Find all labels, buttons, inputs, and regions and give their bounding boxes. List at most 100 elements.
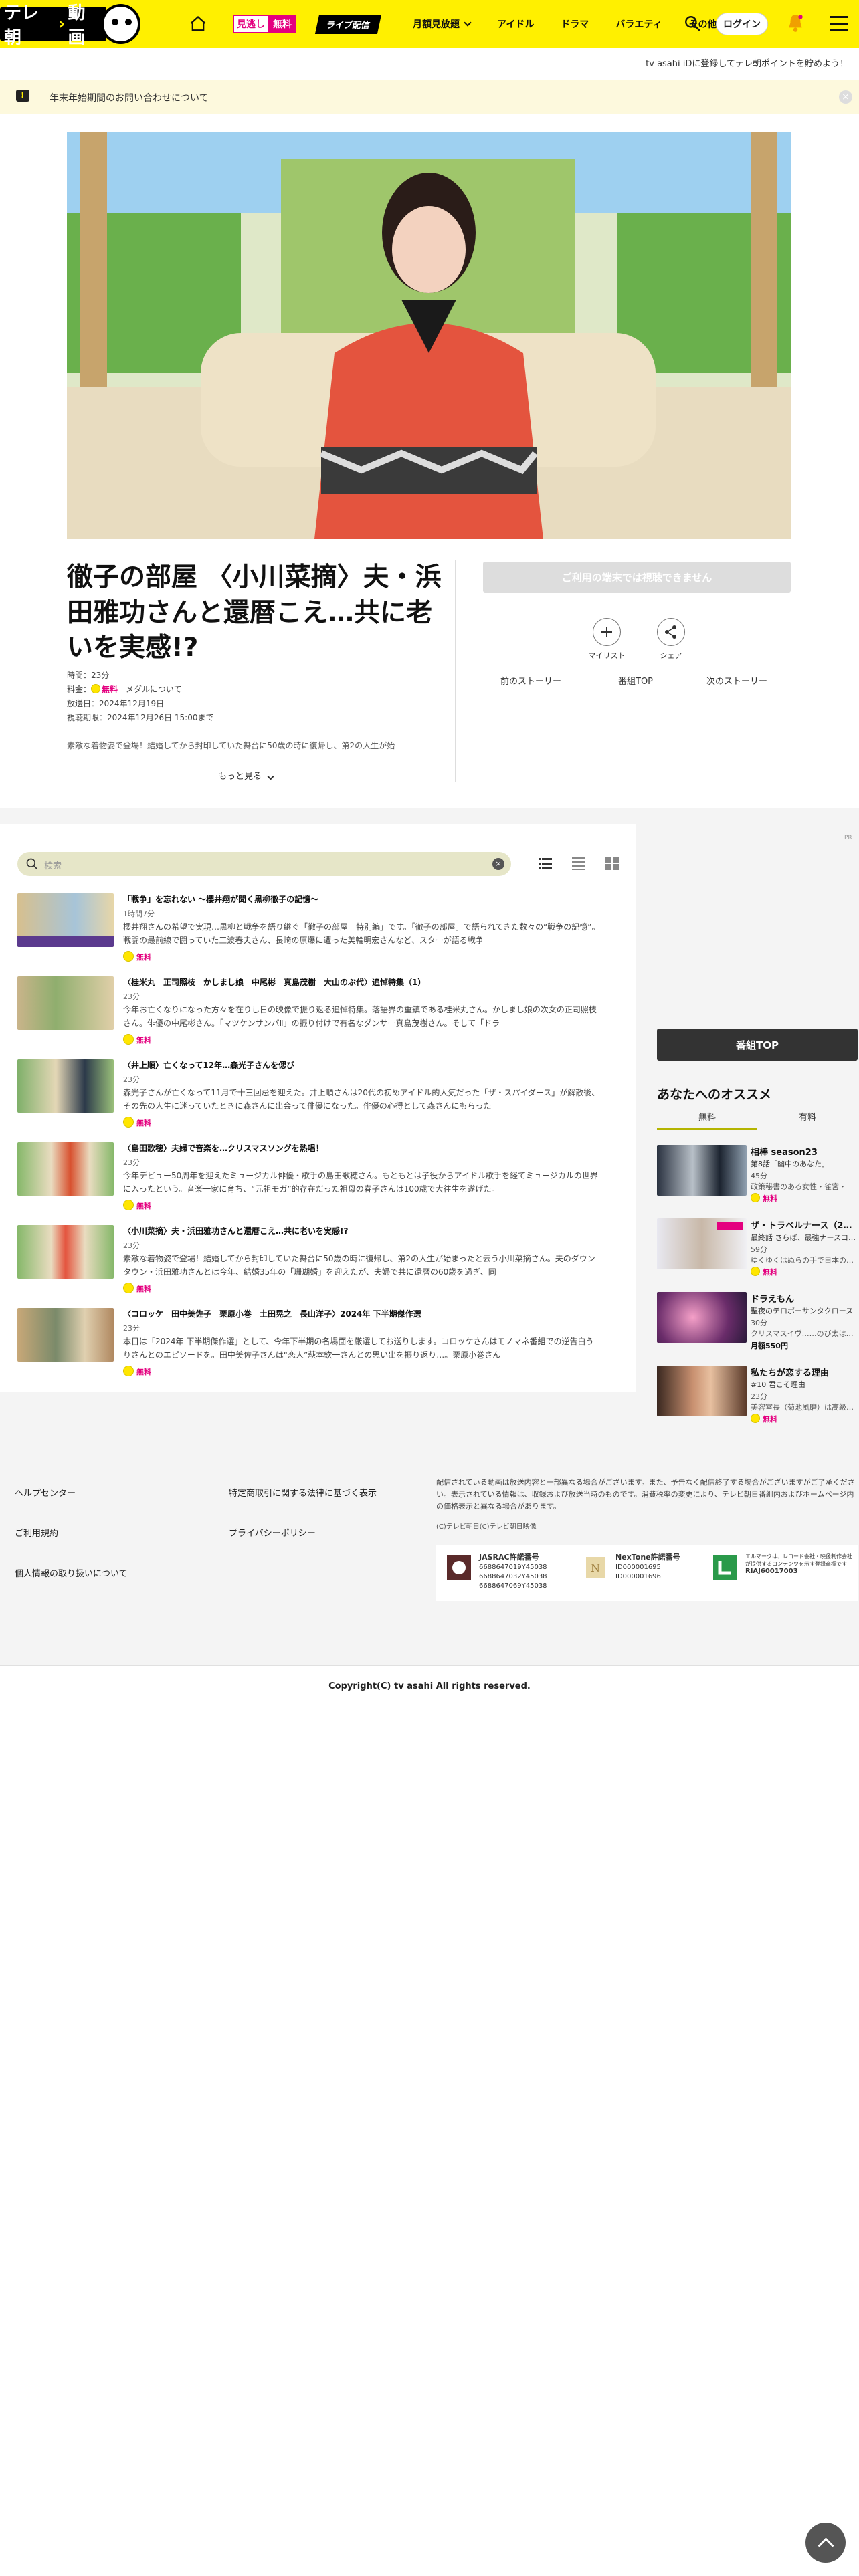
medal-icon [91, 684, 101, 693]
episode-thumbnail[interactable] [17, 1142, 114, 1196]
home-icon[interactable] [189, 15, 207, 33]
jasrac-title: JASRAC許諾番号 [479, 1553, 539, 1562]
commerce-law-link[interactable]: 特定商取引に関する法律に基づく表示 [229, 1486, 377, 1499]
grid-view-icon[interactable] [605, 856, 619, 871]
promo-text[interactable]: tv asahi iDに登録してテレ朝ポイントを貯めよう！ [646, 56, 848, 69]
share-label: シェア [660, 651, 682, 660]
bell-icon[interactable] [787, 13, 804, 33]
nav-variety[interactable]: バラエティ [615, 0, 662, 48]
episode-item[interactable]: 〈井上順〉亡くなって12年…森光子さんを偲び 23分 森光子さんが亡くなって11… [17, 1059, 619, 1133]
show-more-button[interactable]: もっと見る [218, 769, 274, 782]
unavailable-button: ご利用の端末では視聴できません [483, 562, 791, 593]
recommend-title: あなたへのオススメ [657, 1087, 772, 1102]
episode-item[interactable]: 「戦争」を忘れない ～櫻井翔が聞く黒柳徹子の記憶～ 1時間7分 櫻井翔さんの希望… [17, 893, 619, 967]
privacy-policy-link[interactable]: プライバシーポリシー [229, 1526, 316, 1539]
logo-box: テレ朝 › 動画 [0, 3, 106, 48]
jasrac-number: 6688647019Y45038 [479, 1564, 547, 1571]
recommend-item[interactable]: 私たちが恋する理由 #10 君こそ理由 23分 美容室長（菊池風磨）は高級… 無… [657, 1366, 858, 1426]
recommend-description: ゆくゆくはぬらの手で日本の… [751, 1256, 854, 1265]
next-story-link[interactable]: 次のストーリー [706, 674, 767, 687]
notice-bar[interactable]: 年末年始期間のお問い合わせについて × [0, 80, 859, 114]
episode-thumbnail[interactable] [17, 976, 114, 1030]
recommend-fee: 無料 [751, 1414, 777, 1424]
recommend-thumbnail[interactable] [657, 1218, 747, 1269]
footer-small-copyright: (C)テレビ朝日(C)テレビ朝日映像 [436, 1523, 537, 1531]
program-top-link[interactable]: 番組TOP [618, 674, 653, 687]
recommend-thumbnail[interactable] [657, 1366, 747, 1416]
close-icon[interactable]: × [839, 90, 852, 104]
recommend-item[interactable]: 相棒 season23 第8話「幽中のあなた」 45分 政策秘書のある女性・雀宮… [657, 1145, 858, 1205]
mylist-button[interactable]: マイリスト [583, 618, 630, 661]
recommend-title-text[interactable]: 私たちが恋する理由 [751, 1366, 858, 1378]
episode-free-badge: 無料 [123, 1034, 151, 1045]
nextone-number: ID000001696 [615, 1573, 661, 1580]
recommend-title-text[interactable]: ザ・トラベルナース（2… [751, 1218, 858, 1231]
notice-text[interactable]: 年末年始期間のお問い合わせについて [50, 91, 209, 104]
fee-value: 無料 [102, 685, 118, 694]
show-more-label: もっと見る [218, 772, 262, 782]
episode-title[interactable]: 「戦争」を忘れない ～櫻井翔が聞く黒柳徹子の記憶～ [123, 893, 318, 905]
episode-free-badge: 無料 [123, 1117, 151, 1128]
recommend-description: 政策秘書のある女性・雀宮・ [751, 1182, 846, 1191]
lmark-text: エルマークは、レコード会社・映像制作会社が提供するコンテンツを示す登録商標です [745, 1553, 852, 1567]
mascot-icon [100, 4, 140, 44]
nav-monthly[interactable]: 月額見放題 [413, 0, 472, 48]
recommend-item[interactable]: ドラえもん 聖夜のテロポーサンタクロース 30分 クリスマスイヴ……のび太は… … [657, 1292, 858, 1352]
recommend-thumbnail[interactable] [657, 1292, 747, 1343]
personal-info-link[interactable]: 個人情報の取り扱いについて [15, 1566, 128, 1579]
episode-thumbnail[interactable] [17, 1225, 114, 1279]
prev-story-link[interactable]: 前のストーリー [500, 674, 561, 687]
episode-duration: 23分 [123, 1158, 140, 1167]
episode-duration: 23分 [123, 992, 140, 1001]
recommend-title-text[interactable]: 相棒 season23 [751, 1145, 858, 1158]
jasrac-number: 6688647069Y45038 [479, 1582, 547, 1590]
back-to-top-button[interactable] [805, 2523, 846, 2563]
mi-label: 見逃し [233, 15, 269, 33]
medal-info-link[interactable]: メダルについて [126, 685, 182, 694]
logo-text: テレ朝 [4, 3, 39, 48]
search-icon[interactable] [684, 15, 701, 32]
recommend-fee: 無料 [751, 1267, 777, 1277]
tab-free[interactable]: 無料 [657, 1110, 757, 1130]
site-logo[interactable]: テレ朝 › 動画 [0, 3, 140, 48]
episode-title[interactable]: 〈桂米丸 正司照枝 かしまし娘 中尾彬 真島茂樹 大山のぶ代〉追悼特集（1） [123, 976, 425, 988]
program-top-button[interactable]: 番組TOP [657, 1029, 858, 1061]
free-label: 無料 [269, 15, 296, 33]
share-button[interactable]: シェア [648, 618, 694, 661]
episode-thumbnail[interactable] [17, 893, 114, 947]
episode-title[interactable]: 〈井上順〉亡くなって12年…森光子さんを偲び [123, 1059, 294, 1071]
nav-idol[interactable]: アイドル [497, 0, 534, 48]
hamburger-menu-icon[interactable] [830, 16, 848, 32]
login-button[interactable]: ログイン [716, 13, 768, 35]
recommend-thumbnail[interactable] [657, 1145, 747, 1196]
mi-free-badge[interactable]: 見逃し 無料 [233, 15, 296, 33]
live-badge[interactable]: ライブ配信 [314, 14, 382, 34]
program-description: 素敵な着物姿で登場！結婚してから封印していた舞台に50歳の時に復帰し、第2の人生… [67, 741, 395, 750]
recommend-title-text[interactable]: ドラえもん [751, 1292, 858, 1305]
logo-text2: 動画 [68, 3, 86, 48]
nextone-logo-icon: N [586, 1557, 605, 1578]
help-center-link[interactable]: ヘルプセンター [15, 1486, 76, 1499]
episode-search-input[interactable]: 検索 × [17, 852, 511, 876]
tab-paid[interactable]: 有料 [757, 1110, 858, 1128]
episode-item[interactable]: 〈コロッケ 田中美佐子 栗原小巻 土田晃之 長山洋子〉2024年 下半期傑作選 … [17, 1308, 619, 1382]
search-placeholder: 検索 [44, 861, 62, 871]
episode-duration: 23分 [123, 1075, 140, 1084]
episode-title[interactable]: 〈小川菜摘〉夫・浜田雅功さんと還暦こえ…共に老いを実感!? [123, 1225, 348, 1237]
episode-item[interactable]: 〈小川菜摘〉夫・浜田雅功さんと還暦こえ…共に老いを実感!? 23分 素敵な着物姿… [17, 1225, 619, 1299]
recommend-description: クリスマスイヴ……のび太は… [751, 1329, 854, 1338]
recommend-item[interactable]: ザ・トラベルナース（2… 最終話 さらば、最強ナースコ… 59分 ゆくゆくはぬら… [657, 1218, 858, 1279]
episode-thumbnail[interactable] [17, 1059, 114, 1113]
nav-drama[interactable]: ドラマ [561, 0, 589, 48]
episode-title[interactable]: 〈島田歌穂〉夫婦で音楽を…クリスマスソングを熱唱！ [123, 1142, 324, 1154]
episode-thumbnail[interactable] [17, 1308, 114, 1362]
list-view-icon[interactable] [538, 856, 553, 871]
svg-text:N: N [591, 1562, 600, 1574]
episode-title[interactable]: 〈コロッケ 田中美佐子 栗原小巻 土田晃之 長山洋子〉2024年 下半期傑作選 [123, 1308, 421, 1319]
recommend-description: 美容室長（菊池風磨）は高級… [751, 1403, 854, 1412]
clear-icon[interactable]: × [492, 858, 504, 870]
compact-view-icon[interactable] [571, 856, 586, 871]
episode-item[interactable]: 〈桂米丸 正司照枝 かしまし娘 中尾彬 真島茂樹 大山のぶ代〉追悼特集（1） 2… [17, 976, 619, 1050]
terms-link[interactable]: ご利用規約 [15, 1526, 58, 1539]
episode-item[interactable]: 〈島田歌穂〉夫婦で音楽を…クリスマスソングを熱唱！ 23分 今年デビュー50周年… [17, 1142, 619, 1216]
